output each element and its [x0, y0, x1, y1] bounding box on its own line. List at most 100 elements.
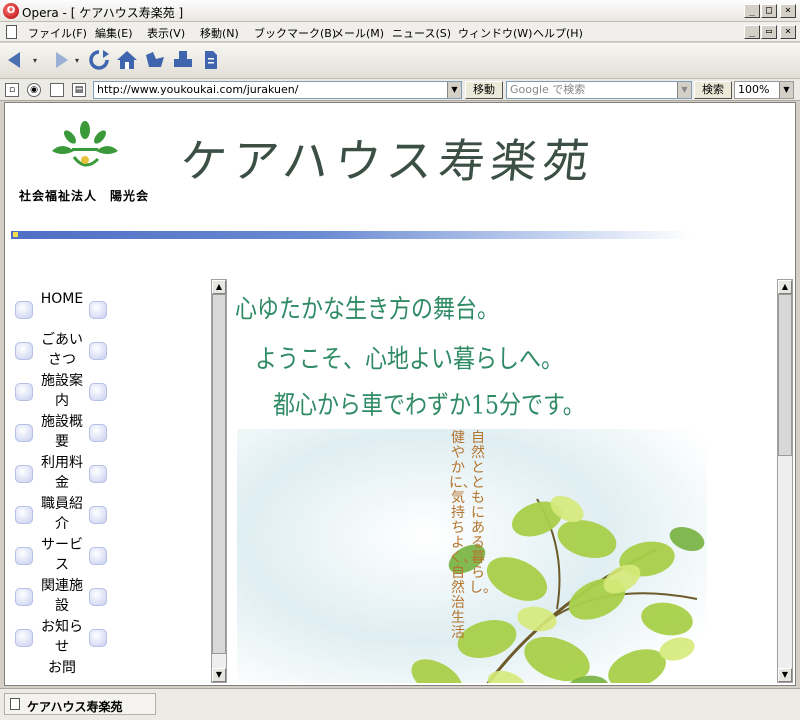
nav-item-label: ごあいさつ	[41, 332, 83, 368]
menu-news[interactable]: ニュース(S)	[392, 25, 451, 41]
nav-item-label: 関連施設	[41, 578, 83, 614]
nav-item-contact[interactable]: お問	[15, 658, 111, 684]
vertical-caption-line-1: 自然とともにある暮らし。	[469, 430, 497, 596]
hotlist-icon[interactable]	[144, 48, 166, 72]
doc-close-button[interactable]: ×	[780, 25, 796, 39]
scroll-up-arrow-icon[interactable]: ▲	[778, 280, 792, 294]
go-button[interactable]: 移動	[465, 81, 503, 99]
reload-icon[interactable]	[88, 48, 110, 72]
nav-bullet-icon	[89, 424, 107, 442]
maximize-button[interactable]: □	[761, 4, 777, 18]
nav-bullet-icon	[89, 588, 107, 606]
home-icon[interactable]	[116, 48, 138, 72]
url-dropdown-chevron-icon[interactable]: ▼	[447, 82, 461, 98]
forward-arrow-icon[interactable]	[48, 48, 70, 72]
site-title: ケアハウス寿楽苑	[177, 134, 598, 188]
nav-item-label: 施設案内	[41, 373, 83, 409]
nav-item-label: お問	[48, 660, 76, 676]
nav-item-label: 職員紹介	[41, 496, 83, 532]
nav-item-facility-overview[interactable]: 施設概要	[15, 412, 111, 452]
search-dropdown-chevron-icon[interactable]: ▼	[677, 82, 691, 98]
doc-restore-button[interactable]: ▭	[761, 25, 777, 39]
zoom-dropdown-chevron-icon[interactable]: ▼	[779, 82, 793, 98]
menu-mail[interactable]: メール(M)	[333, 25, 384, 41]
nav-bullet-icon	[15, 547, 33, 565]
print-icon[interactable]	[172, 48, 194, 72]
print-preview-icon[interactable]: ▤	[72, 83, 86, 97]
minimize-button[interactable]: _	[744, 4, 760, 18]
slogan-line-1: 心ゆたかな生き方の舞台。	[235, 295, 500, 325]
menu-help[interactable]: ヘルプ(H)	[533, 25, 583, 41]
nav-bullet-icon	[89, 342, 107, 360]
status-pane[interactable]: ケアハウス寿楽苑	[4, 693, 156, 715]
nav-item-label: お知らせ	[41, 619, 83, 655]
document-icon	[6, 25, 17, 39]
doc-minimize-button[interactable]: _	[744, 25, 760, 39]
menu-go[interactable]: 移動(N)	[200, 25, 239, 41]
nav-item-label: 施設概要	[41, 414, 83, 450]
nav-bullet-icon	[15, 506, 33, 524]
menu-file[interactable]: ファイル(F)	[28, 25, 87, 41]
menu-bookmarks[interactable]: ブックマーク(B)	[254, 25, 336, 41]
organization-logo	[40, 117, 130, 177]
nav-bullet-icon	[15, 588, 33, 606]
nav-item-greeting[interactable]: ごあいさつ	[15, 330, 111, 370]
nav-bullet-icon	[15, 629, 33, 647]
navigation-toolbar: ▾ ▾	[0, 43, 800, 79]
opera-logo-icon: O	[3, 3, 19, 19]
search-input[interactable]: Google で検索 ▼	[506, 81, 692, 99]
search-placeholder: Google で検索	[510, 83, 586, 96]
security-lock-icon[interactable]: ▫	[5, 83, 19, 97]
nav-item-related-facilities[interactable]: 関連施設	[15, 576, 111, 616]
menu-edit[interactable]: 編集(E)	[95, 25, 133, 41]
menu-view[interactable]: 表示(V)	[147, 25, 185, 41]
scroll-up-arrow-icon[interactable]: ▲	[212, 280, 226, 294]
header-divider-bar	[11, 231, 691, 239]
status-text: ケアハウス寿楽苑	[27, 700, 123, 714]
nav-item-staff[interactable]: 職員紹介	[15, 494, 111, 534]
scroll-thumb[interactable]	[212, 294, 226, 654]
nav-bullet-icon	[15, 342, 33, 360]
slogan-line-3: 都心から車でわずか15分です。	[273, 391, 585, 421]
nav-bullet-icon	[89, 301, 107, 319]
nav-bullet-icon	[15, 465, 33, 483]
nav-item-news[interactable]: お知らせ	[15, 617, 111, 657]
nav-item-fees[interactable]: 利用料金	[15, 453, 111, 493]
inner-frame-scrollbar-left[interactable]: ▲ ▼	[211, 279, 227, 683]
slogan-line-2: ようこそ、心地よい暮らしへ。	[255, 345, 564, 375]
page-icon	[10, 698, 20, 710]
zoom-value: 100%	[738, 83, 770, 96]
scroll-down-arrow-icon[interactable]: ▼	[778, 668, 792, 682]
scroll-thumb[interactable]	[778, 294, 792, 456]
nav-bullet-icon	[15, 383, 33, 401]
organization-name: 社会福祉法人 陽光会	[19, 189, 150, 203]
nav-item-home[interactable]: HOME	[15, 289, 111, 329]
nav-bullet-icon	[89, 547, 107, 565]
nav-bullet-icon	[15, 301, 33, 319]
search-button[interactable]: 検索	[694, 81, 732, 99]
menu-window[interactable]: ウィンドウ(W)	[458, 25, 532, 41]
nav-bullet-icon	[89, 465, 107, 483]
page-document-icon[interactable]	[200, 48, 222, 72]
nav-bullet-icon	[15, 424, 33, 442]
nav-item-facility-guide[interactable]: 施設案内	[15, 371, 111, 411]
camera-icon[interactable]: ◉	[27, 83, 41, 97]
scroll-down-arrow-icon[interactable]: ▼	[212, 668, 226, 682]
inner-frame-scrollbar-right[interactable]: ▲ ▼	[777, 279, 793, 683]
zoom-select[interactable]: 100% ▼	[734, 81, 794, 99]
vertical-caption-line-2: 健やかに、気持ちよく、自然治生活	[449, 430, 477, 641]
new-page-icon[interactable]	[50, 83, 64, 97]
nav-item-label: 利用料金	[41, 455, 83, 491]
back-history-chevron-icon[interactable]: ▾	[30, 48, 40, 72]
url-input[interactable]: http://www.youkoukai.com/jurakuen/ ▼	[93, 81, 462, 99]
back-arrow-icon[interactable]	[6, 48, 28, 72]
close-button[interactable]: ×	[780, 4, 796, 18]
nav-bullet-icon	[89, 629, 107, 647]
forward-history-chevron-icon[interactable]: ▾	[72, 48, 82, 72]
nav-item-services[interactable]: サービス	[15, 535, 111, 575]
title-bar: O Opera - [ ケアハウス寿楽苑 ] _ □ ×	[0, 0, 800, 22]
main-content-frame: 心ゆたかな生き方の舞台。 ようこそ、心地よい暮らしへ。 都心から車でわずか15分…	[227, 279, 777, 683]
url-text: http://www.youkoukai.com/jurakuen/	[97, 83, 299, 96]
nav-bullet-icon	[89, 383, 107, 401]
status-bar: ケアハウス寿楽苑	[0, 688, 800, 720]
